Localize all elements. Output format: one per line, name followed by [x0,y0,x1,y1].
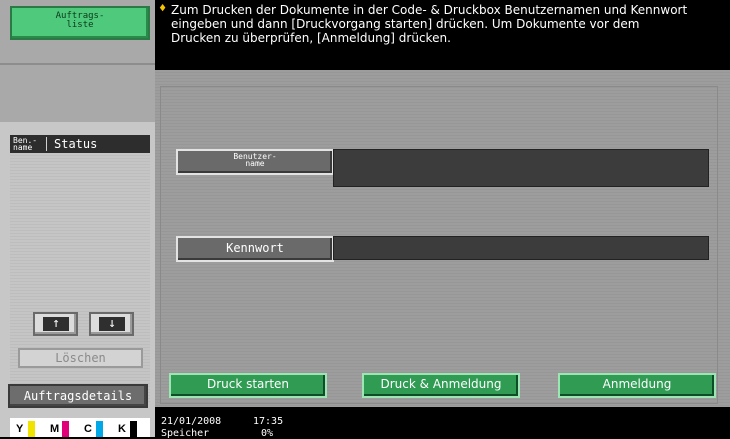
memory-label: Speicher [161,428,210,439]
message-text: Zum Drucken der Dokumente in der Code- &… [171,3,726,45]
scroll-down-button[interactable]: ↓ [89,312,134,336]
print-and-login-button[interactable]: Druck & Anmeldung [362,373,520,398]
toner-label: Y [16,423,24,435]
message-line-2: eingeben und dann [Druckvorgang starten]… [171,17,640,31]
message-line-1: Zum Drucken der Dokumente in der Code- &… [171,3,688,17]
toner-label: M [50,423,60,435]
username-button[interactable]: Benutzer- name [176,149,334,175]
memory-value: 0% [261,428,274,439]
message-line-3: Drucken zu überprüfen, [Anmeldung] drück… [171,31,451,45]
delete-button[interactable]: Löschen [18,348,143,368]
toner-cyan-bar [96,421,103,437]
scroll-up-button[interactable]: ↑ [33,312,78,336]
toner-label: C [84,423,92,435]
login-button[interactable]: Anmeldung [558,373,716,398]
status-bar: 21/01/2008 17:35 Speicher 0% [155,407,730,439]
status-time: 17:35 [253,416,284,427]
toner-black-bar [130,421,137,437]
status-date: 21/01/2008 [161,416,222,427]
job-list-header: Ben.- name Status [10,135,150,153]
arrow-up-icon: ↑ [43,317,69,331]
job-details-button[interactable]: Auftragsdetails [8,384,148,408]
username-field[interactable] [333,149,709,187]
header-status: Status [54,137,98,151]
arrow-down-icon: ↓ [99,317,125,331]
header-username-line2: name [13,143,33,152]
password-field[interactable] [333,236,709,260]
toner-magenta-bar [62,421,69,437]
job-list-button[interactable]: Auftrags- liste [10,6,150,40]
username-label-line2: name [245,159,265,168]
job-list-label-line2: liste [66,20,94,30]
toner-levels: Y M C K [10,418,150,437]
info-icon: ♦ [159,1,167,15]
message-area: ♦ Zum Drucken der Dokumente in der Code-… [155,0,730,70]
toner-yellow-bar [28,421,35,437]
start-print-button[interactable]: Druck starten [169,373,327,398]
toner-label: K [118,423,126,435]
password-button[interactable]: Kennwort [176,236,334,262]
